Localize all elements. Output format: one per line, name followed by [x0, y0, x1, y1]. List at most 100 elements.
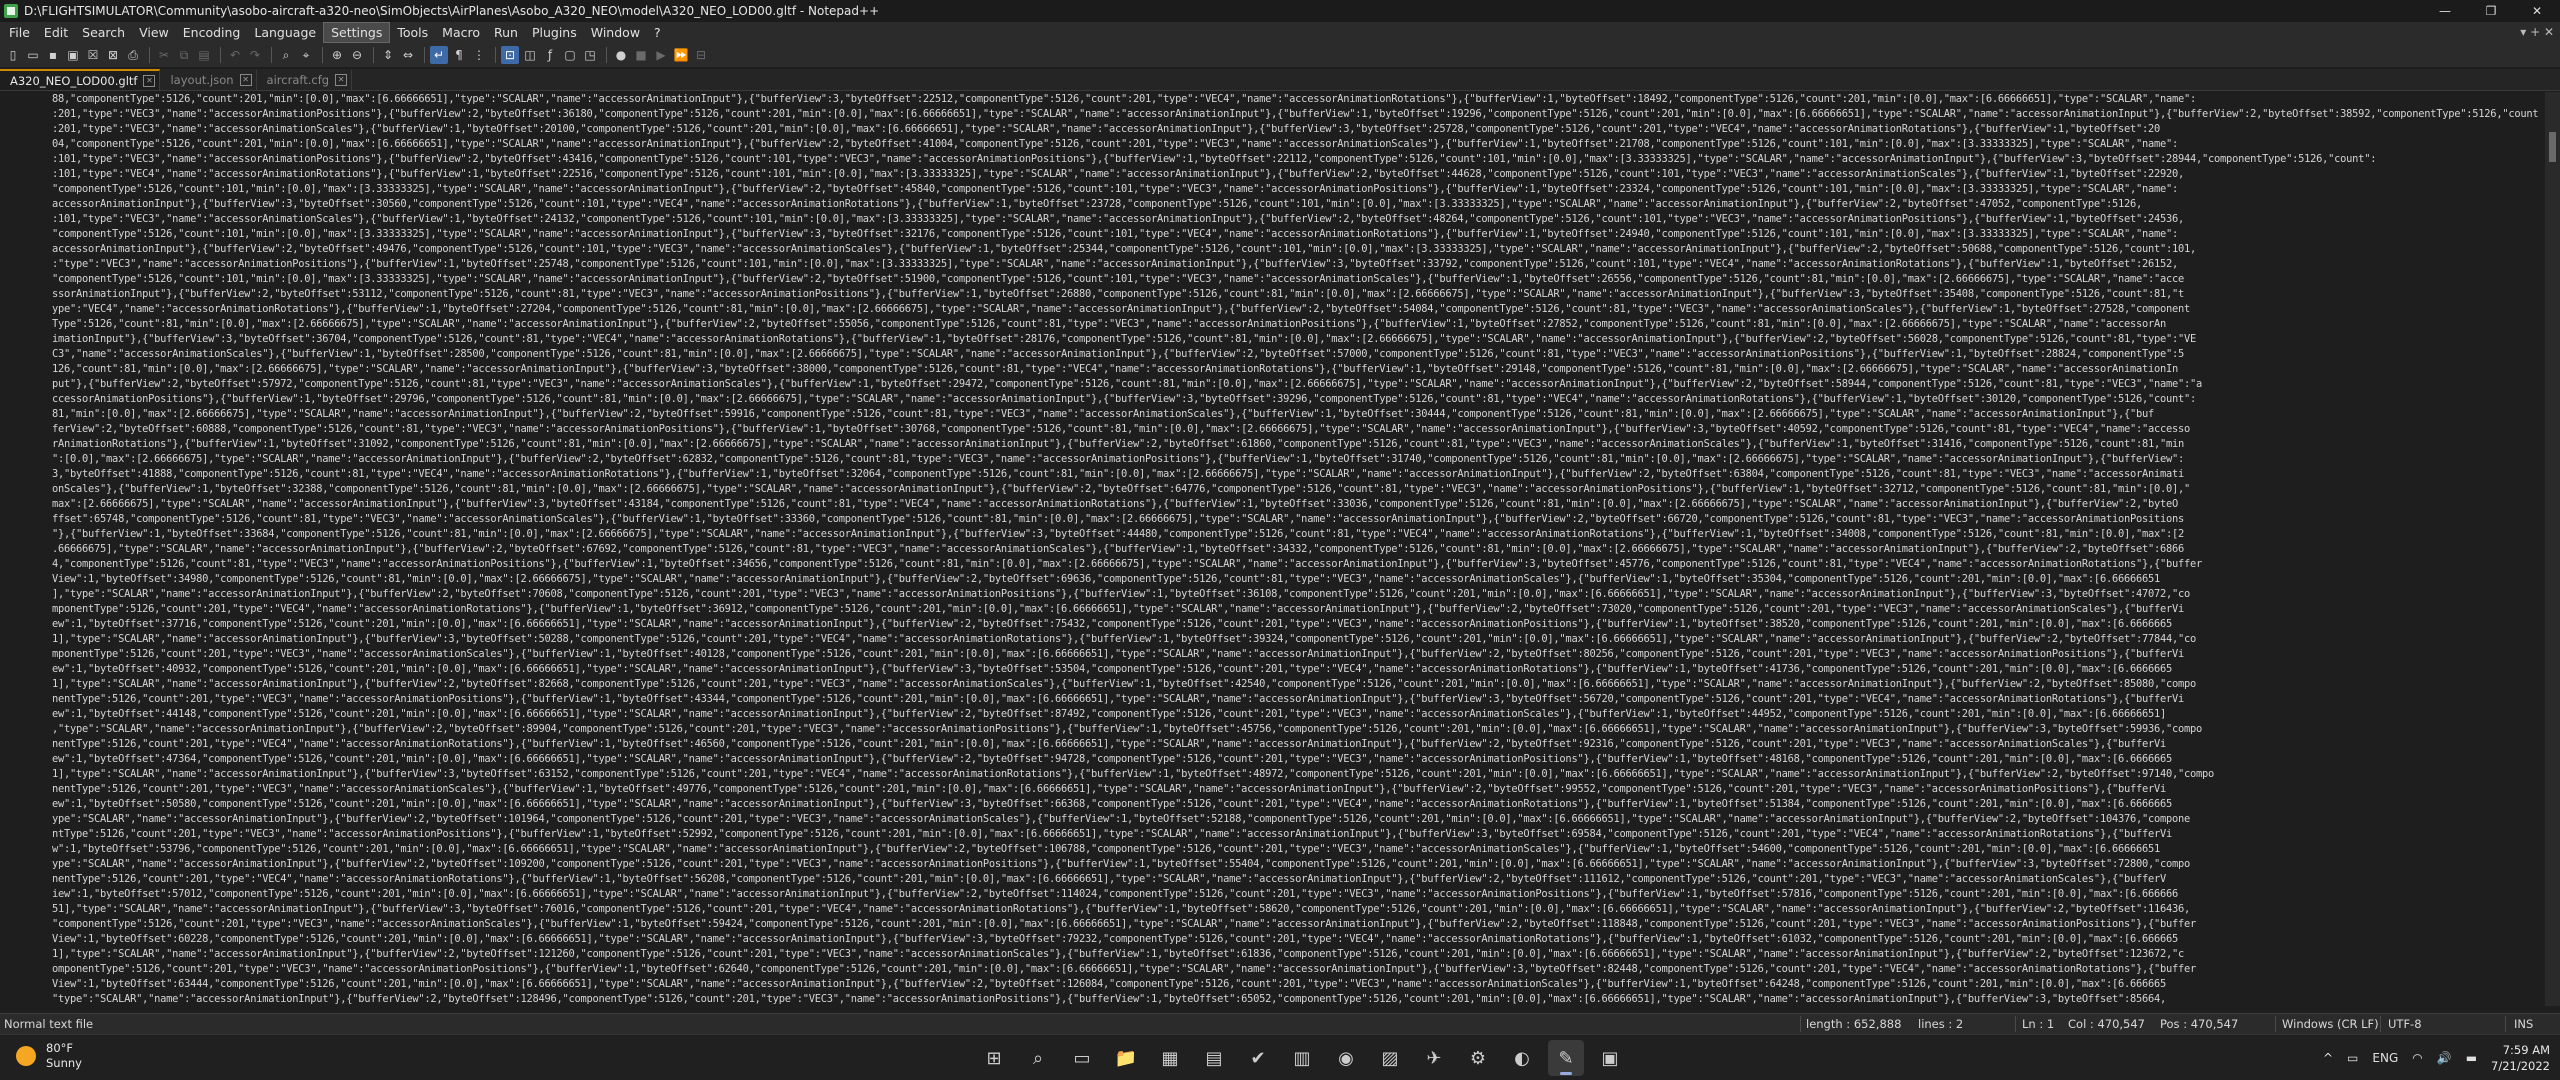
code-line[interactable]: "componentType":5126,"count":101,"min":[…	[0, 182, 2540, 197]
code-line[interactable]: accessorAnimationInput"},{"bufferView":2…	[0, 242, 2540, 257]
code-line[interactable]: 88,"componentType":5126,"count":201,"min…	[0, 92, 2540, 107]
code-line[interactable]: mponentType":5126,"count":201,"type":"VE…	[0, 647, 2540, 662]
code-line[interactable]: nentType":5126,"count":201,"type":"VEC3"…	[0, 692, 2540, 707]
code-line[interactable]: :201,"type":"VEC3","name":"accessorAnima…	[0, 122, 2540, 137]
menu-file[interactable]: File	[2, 23, 37, 42]
copy-icon[interactable]: ⧉	[175, 46, 193, 64]
menu-run[interactable]: Run	[487, 23, 525, 42]
code-line[interactable]: mponentType":5126,"count":201,"type":"VE…	[0, 602, 2540, 617]
menu-help[interactable]: ?	[647, 23, 668, 42]
menu-macro[interactable]: Macro	[435, 23, 487, 42]
code-line[interactable]: 04,"componentType":5126,"count":201,"min…	[0, 137, 2540, 152]
code-line[interactable]: ferView":2,"byteOffset":60888,"component…	[0, 422, 2540, 437]
tray-monitor-icon[interactable]: ▭	[2347, 1051, 2358, 1065]
task-view-icon[interactable]: ▭	[1064, 1040, 1100, 1076]
code-line[interactable]: 1],"type":"SCALAR","name":"accessorAnima…	[0, 632, 2540, 647]
code-line[interactable]: "type":"SCALAR","name":"accessorAnimatio…	[0, 992, 2540, 1006]
folder-workspace-icon[interactable]: ▢	[561, 46, 579, 64]
clock[interactable]: 7:59 AM 7/21/2022	[2491, 1042, 2550, 1074]
print-icon[interactable]: ⎙	[124, 46, 142, 64]
udl-icon[interactable]: ⊡	[501, 46, 519, 64]
code-line[interactable]: ],"type":"SCALAR","name":"accessorAnimat…	[0, 587, 2540, 602]
photos-icon[interactable]: ▨	[1372, 1040, 1408, 1076]
zoom-in-icon[interactable]: ⊕	[328, 46, 346, 64]
function-list-icon[interactable]: ƒ	[541, 46, 559, 64]
sync-v-icon[interactable]: ⇕	[379, 46, 397, 64]
menu-plugins[interactable]: Plugins	[525, 23, 584, 42]
maximize-button[interactable]: ❐	[2468, 0, 2514, 22]
code-line[interactable]: "},{"bufferView":1,"byteOffset":33684,"c…	[0, 527, 2540, 542]
redo-icon[interactable]: ↷	[246, 46, 264, 64]
undo-icon[interactable]: ↶	[226, 46, 244, 64]
search-icon[interactable]: ⌕	[1020, 1040, 1056, 1076]
menu-encoding[interactable]: Encoding	[176, 23, 248, 42]
code-line[interactable]: ype":"SCALAR","name":"accessorAnimationI…	[0, 857, 2540, 872]
todo-icon[interactable]: ✔	[1240, 1040, 1276, 1076]
code-line[interactable]: onScales"},{"bufferView":1,"byteOffset":…	[0, 482, 2540, 497]
weather-widget[interactable]: 80°F Sunny	[16, 1041, 82, 1071]
menu-search[interactable]: Search	[75, 23, 132, 42]
tab-aircraft-cfg[interactable]: aircraft.cfg ✕	[257, 70, 353, 90]
code-line[interactable]: View":1,"byteOffset":63444,"componentTyp…	[0, 977, 2540, 992]
code-line[interactable]: 3,"byteOffset":41888,"componentType":512…	[0, 467, 2540, 482]
code-line[interactable]: "componentType":5126,"count":101,"min":[…	[0, 272, 2540, 287]
steam-icon[interactable]: ◉	[1328, 1040, 1364, 1076]
code-line[interactable]: "componentType":5126,"count":201,"type":…	[0, 917, 2540, 932]
code-line[interactable]: w":1,"byteOffset":53796,"componentType":…	[0, 842, 2540, 857]
paste-icon[interactable]: ▤	[195, 46, 213, 64]
code-line[interactable]: 126,"count":81,"min":[0.0],"max":[2.6666…	[0, 362, 2540, 377]
code-line[interactable]: ew":1,"byteOffset":40932,"componentType"…	[0, 662, 2540, 677]
settings-icon[interactable]: ⚙	[1460, 1040, 1496, 1076]
code-line[interactable]: :101,"type":"VEC3","name":"accessorAnima…	[0, 152, 2540, 167]
code-line[interactable]: ew":1,"byteOffset":37716,"componentType"…	[0, 617, 2540, 632]
notepadpp-icon[interactable]: ✎	[1548, 1040, 1584, 1076]
stop-icon[interactable]: ■	[632, 46, 650, 64]
wrap-icon[interactable]: ↵	[430, 46, 448, 64]
code-line[interactable]: :101,"type":"VEC3","name":"accessorAnima…	[0, 212, 2540, 227]
show-all-chars-icon[interactable]: ¶	[450, 46, 468, 64]
tray-chevron-icon[interactable]: ^	[2323, 1051, 2333, 1065]
code-line[interactable]: rAnimationRotations"},{"bufferView":1,"b…	[0, 437, 2540, 452]
file-explorer-icon[interactable]: 📁	[1108, 1040, 1144, 1076]
tab-close-icon[interactable]: ✕	[239, 74, 252, 86]
volume-icon[interactable]: 🔊	[2437, 1051, 2452, 1065]
doc-map-icon[interactable]: ◫	[521, 46, 539, 64]
menu-tools[interactable]: Tools	[390, 23, 435, 42]
code-line[interactable]: :201,"type":"VEC3","name":"accessorAnima…	[0, 107, 2540, 122]
code-line[interactable]: ype":"SCALAR","name":"accessorAnimationI…	[0, 812, 2540, 827]
save-icon[interactable]: ▪	[44, 46, 62, 64]
title-bar[interactable]: D:\FLIGHTSIMULATOR\Community\asobo-aircr…	[0, 0, 2560, 22]
code-line[interactable]: iew":1,"byteOffset":57012,"componentType…	[0, 887, 2540, 902]
vertical-scrollbar[interactable]	[2545, 92, 2560, 1006]
code-line[interactable]: accessorAnimationInput"},{"bufferView":3…	[0, 197, 2540, 212]
code-line[interactable]: ew":1,"byteOffset":47364,"componentType"…	[0, 752, 2540, 767]
code-line[interactable]: nentType":5126,"count":201,"type":"VEC4"…	[0, 737, 2540, 752]
menu-window[interactable]: Window	[584, 23, 647, 42]
code-line[interactable]: 51],"type":"SCALAR","name":"accessorAnim…	[0, 902, 2540, 917]
code-line[interactable]: "componentType":5126,"count":101,"min":[…	[0, 227, 2540, 242]
minimize-button[interactable]: —	[2422, 0, 2468, 22]
close-all-icon[interactable]: ⊠	[104, 46, 122, 64]
menu-right-controls[interactable]: ▾ + ✕	[2520, 25, 2554, 39]
code-line[interactable]: ew":1,"byteOffset":44148,"componentType"…	[0, 707, 2540, 722]
code-line[interactable]: ":[0.0],"max":[2.66666675],"type":"SCALA…	[0, 452, 2540, 467]
new-file-icon[interactable]: ▯	[4, 46, 22, 64]
code-line[interactable]: max":[2.66666675],"type":"SCALAR","name"…	[0, 497, 2540, 512]
record-icon[interactable]: ●	[612, 46, 630, 64]
code-line[interactable]: ccessorAnimationPositions"},{"bufferView…	[0, 392, 2540, 407]
code-line[interactable]: ssorAnimationInput"},{"bufferView":2,"by…	[0, 287, 2540, 302]
code-line[interactable]: ffset":65748,"componentType":5126,"count…	[0, 512, 2540, 527]
code-line[interactable]: .66666675],"type":"SCALAR","name":"acces…	[0, 542, 2540, 557]
code-line[interactable]: omponentType":5126,"count":201,"type":"V…	[0, 962, 2540, 977]
code-line[interactable]: 1],"type":"SCALAR","name":"accessorAnima…	[0, 677, 2540, 692]
run-multiple-icon[interactable]: ⏩	[672, 46, 690, 64]
save-macro-icon[interactable]: ⊟	[692, 46, 710, 64]
sticky-notes-icon[interactable]: ▥	[1284, 1040, 1320, 1076]
replace-icon[interactable]: ⌖	[297, 46, 315, 64]
text-editor[interactable]: 88,"componentType":5126,"count":201,"min…	[0, 92, 2545, 1006]
tab-a320-gltf[interactable]: A320_NEO_LOD00.gltf ✕	[0, 69, 161, 90]
code-line[interactable]: put"},{"bufferView":2,"byteOffset":57972…	[0, 377, 2540, 392]
menu-view[interactable]: View	[132, 23, 176, 42]
tab-layout-json[interactable]: layout.json ✕	[160, 70, 257, 90]
code-line[interactable]: ew":1,"byteOffset":50580,"componentType"…	[0, 797, 2540, 812]
